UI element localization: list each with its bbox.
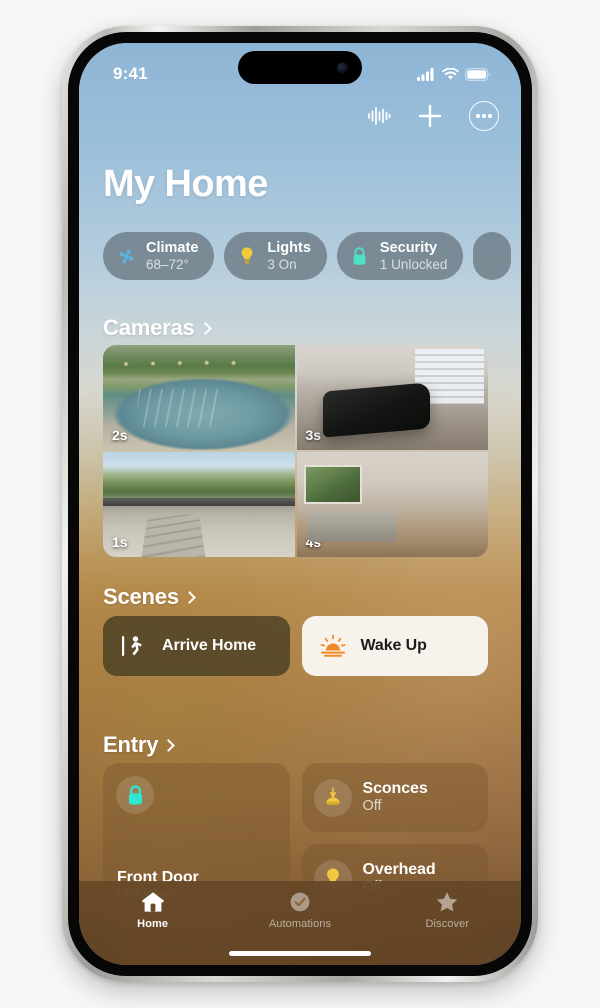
accessory-state-sconces: Off bbox=[362, 798, 382, 815]
camera-timestamp: 2s bbox=[112, 427, 128, 443]
phone-screen: 9:41 My Home Climate 68–72° Lights 3 On … bbox=[79, 43, 521, 965]
section-title-scenes: Scenes bbox=[103, 584, 179, 609]
lock-icon bbox=[116, 776, 154, 814]
camera-tile-garage[interactable]: 3s bbox=[296, 345, 488, 450]
home-indicator[interactable] bbox=[229, 951, 371, 956]
walking-person-door-icon bbox=[119, 633, 149, 659]
siri-waveform-icon bbox=[368, 107, 391, 125]
status-pill-security-subtitle: 1 Unlocked bbox=[379, 256, 448, 272]
status-pill-row: Climate 68–72° Lights 3 On Security 1 Un… bbox=[103, 232, 521, 280]
scenes-row: Arrive Home Wake Up bbox=[103, 616, 488, 676]
scene-tile-wake-up[interactable]: Wake Up bbox=[301, 616, 488, 676]
scene-tile-arrive-home[interactable]: Arrive Home bbox=[103, 616, 290, 676]
lock-icon bbox=[349, 245, 371, 267]
wifi-icon bbox=[442, 67, 459, 80]
siri-waveform-button[interactable] bbox=[367, 105, 391, 127]
more-dot-1 bbox=[476, 114, 480, 118]
status-bar-time: 9:41 bbox=[113, 64, 148, 83]
chevron-right-icon bbox=[198, 322, 212, 335]
status-pill-lights-subtitle: 3 On bbox=[267, 256, 297, 272]
tab-automations[interactable]: Automations bbox=[226, 889, 373, 930]
section-header-scenes[interactable]: Scenes bbox=[103, 584, 196, 610]
phone-frame: 9:41 My Home Climate 68–72° Lights 3 On … bbox=[62, 26, 538, 982]
status-bar-icons bbox=[417, 67, 491, 81]
battery-full-icon bbox=[465, 67, 491, 81]
pendant-lamp-icon bbox=[313, 778, 352, 817]
section-title-cameras: Cameras bbox=[103, 315, 195, 340]
section-header-entry[interactable]: Entry bbox=[103, 732, 176, 758]
tab-label-home: Home bbox=[137, 918, 169, 930]
accessory-name-overhead: Overhead bbox=[362, 861, 436, 879]
status-pill-lights-title: Lights bbox=[267, 240, 311, 257]
bulb-icon bbox=[236, 245, 258, 267]
tab-label-discover: Discover bbox=[425, 918, 470, 930]
camera-tile-living-room[interactable]: 4s bbox=[296, 452, 488, 557]
sunrise-icon bbox=[318, 633, 348, 659]
home-scroll-content: My Home Climate 68–72° Lights 3 On Secur… bbox=[79, 43, 521, 965]
status-pill-climate-title: Climate bbox=[146, 240, 199, 257]
more-dot-2 bbox=[482, 114, 486, 118]
cellular-bars-icon bbox=[417, 67, 434, 81]
camera-timestamp: 3s bbox=[305, 427, 322, 443]
add-icon bbox=[418, 104, 442, 128]
camera-timestamp: 4s bbox=[305, 534, 322, 550]
status-pill-lights[interactable]: Lights 3 On bbox=[224, 232, 327, 280]
camera-tile-pool[interactable]: 2s bbox=[103, 345, 295, 450]
camera-timestamp: 1s bbox=[112, 534, 128, 550]
tab-discover[interactable]: Discover bbox=[374, 889, 521, 930]
section-title-entry: Entry bbox=[103, 732, 159, 757]
chevron-right-icon bbox=[162, 739, 176, 752]
status-pill-security-title: Security bbox=[379, 240, 438, 257]
camera-tile-street[interactable]: 1s bbox=[103, 452, 295, 557]
fan-icon bbox=[115, 245, 137, 267]
accessory-name-sconces: Sconces bbox=[362, 780, 428, 798]
status-pill-lights-text: Lights 3 On bbox=[267, 240, 311, 271]
chevron-right-icon bbox=[182, 591, 196, 604]
status-pill-security-text: Security 1 Unlocked bbox=[380, 240, 448, 271]
camera-grid: 2s 3s 1s 4s bbox=[103, 345, 488, 557]
clock-check-icon bbox=[287, 889, 313, 915]
front-camera-icon bbox=[337, 62, 348, 73]
add-accessory-button[interactable] bbox=[417, 103, 443, 129]
tab-home[interactable]: Home bbox=[79, 889, 226, 930]
status-pill-next-partial[interactable] bbox=[473, 232, 512, 280]
page-title: My Home bbox=[103, 163, 268, 205]
scene-label-wake-up: Wake Up bbox=[360, 637, 427, 654]
more-options-button[interactable] bbox=[469, 101, 499, 131]
status-pill-security[interactable]: Security 1 Unlocked bbox=[336, 232, 464, 280]
status-pill-climate-text: Climate 68–72° bbox=[146, 240, 198, 271]
house-icon bbox=[140, 889, 166, 915]
phone-bezel: 9:41 My Home Climate 68–72° Lights 3 On … bbox=[68, 32, 532, 976]
home-toolbar bbox=[367, 101, 499, 131]
status-pill-climate-subtitle: 68–72° bbox=[146, 256, 189, 272]
accessory-sconces-text: Sconces Off bbox=[363, 779, 428, 816]
scene-label-arrive-home: Arrive Home bbox=[162, 637, 257, 654]
accessory-tile-sconces[interactable]: Sconces Off bbox=[301, 763, 488, 832]
section-header-cameras[interactable]: Cameras bbox=[103, 315, 212, 341]
dynamic-island-notch bbox=[238, 51, 362, 84]
more-dot-3 bbox=[488, 114, 492, 118]
star-icon bbox=[434, 889, 460, 915]
status-pill-climate[interactable]: Climate 68–72° bbox=[103, 232, 215, 280]
tab-label-automations: Automations bbox=[268, 918, 332, 930]
